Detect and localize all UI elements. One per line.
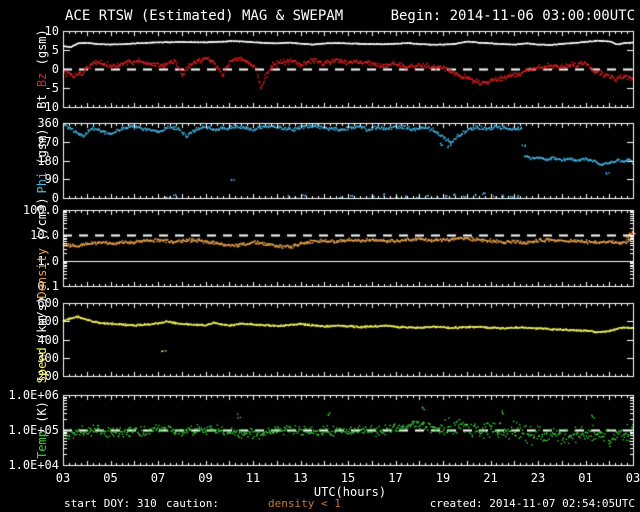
y-tick-label-bt-bz: 5 bbox=[51, 43, 59, 57]
x-tick-label: 01 bbox=[578, 471, 593, 485]
y-axis-label-speed: Speed (km/s) bbox=[35, 296, 49, 383]
y-axis-label-part: (/cm3) bbox=[35, 197, 49, 241]
y-axis-label-part: (gsm) bbox=[35, 29, 49, 66]
x-tick-label: 03 bbox=[625, 471, 640, 485]
y-tick-label-density: 100.0 bbox=[22, 203, 59, 217]
begin-timestamp: Begin: 2014-11-06 03:00:00UTC bbox=[390, 8, 635, 24]
y-axis-label-part: Density bbox=[35, 248, 49, 299]
y-tick-label-speed: 200 bbox=[37, 369, 59, 383]
y-axis-label-temp: Temp (K) bbox=[35, 401, 49, 459]
y-tick-label-bt-bz: 10 bbox=[44, 24, 59, 38]
plot-canvas bbox=[0, 0, 640, 512]
x-tick-label: 15 bbox=[340, 471, 356, 485]
page-title: ACE RTSW (Estimated) MAG & SWEPAM bbox=[65, 8, 344, 24]
y-axis-label-part: Speed bbox=[35, 346, 49, 383]
y-tick-label-bt-bz: 0 bbox=[51, 62, 59, 76]
y-tick-label-bt-bz: -5 bbox=[44, 81, 59, 95]
y-tick-label-phi: 360 bbox=[37, 116, 59, 130]
y-tick-label-speed: 500 bbox=[37, 314, 59, 329]
y-tick-label-speed: 600 bbox=[37, 296, 59, 310]
caution-label: caution: bbox=[166, 497, 219, 510]
y-axis-label-part: (km/s) bbox=[35, 296, 49, 340]
y-axis-label-part: Bz bbox=[35, 72, 49, 88]
y-axis-label-part: (K) bbox=[35, 401, 49, 423]
x-tick-label: 07 bbox=[150, 471, 166, 485]
y-tick-label-bt-bz: -10 bbox=[37, 100, 59, 114]
y-axis-label-part: Phi bbox=[35, 171, 49, 194]
y-axis-label-part: (gsm) bbox=[35, 127, 49, 165]
x-tick-label: 21 bbox=[483, 471, 498, 485]
x-tick-label: 05 bbox=[103, 471, 118, 485]
x-tick-label: 09 bbox=[198, 471, 213, 485]
y-axis-label-part: Temp bbox=[35, 430, 49, 459]
y-axis-label-phi: Phi (gsm) bbox=[35, 128, 49, 193]
x-tick-label: 11 bbox=[245, 471, 261, 485]
y-tick-label-density: 1.0 bbox=[37, 253, 59, 268]
x-tick-label: 13 bbox=[293, 471, 308, 485]
y-axis-label-part: Bt bbox=[35, 94, 49, 109]
y-tick-label-density: 0.1 bbox=[37, 279, 59, 293]
y-tick-label-temp: 1.0E+06 bbox=[8, 388, 59, 402]
y-axis-label-bt-bz: Bt Bz (gsm) bbox=[35, 29, 49, 109]
y-tick-label-phi: 90 bbox=[44, 172, 59, 187]
x-tick-label: 19 bbox=[435, 471, 451, 485]
y-tick-label-phi: 180 bbox=[37, 153, 59, 168]
y-tick-label-speed: 400 bbox=[37, 332, 59, 347]
y-tick-label-speed: 300 bbox=[37, 350, 59, 365]
caution-value: density < 1 bbox=[268, 497, 341, 510]
start-doy-label: start DOY: 310 bbox=[64, 497, 157, 510]
created-timestamp: created: 2014-11-07 02:54:05UTC bbox=[429, 497, 635, 510]
x-tick-label: 17 bbox=[388, 471, 403, 485]
ace-rtsw-plot-window: ACE RTSW (Estimated) MAG & SWEPAM Begin:… bbox=[0, 0, 640, 512]
x-tick-label: 03 bbox=[55, 471, 71, 485]
y-tick-label-temp: 1.0E+05 bbox=[8, 423, 59, 437]
y-tick-label-phi: 270 bbox=[37, 134, 59, 149]
y-tick-label-density: 10.0 bbox=[30, 228, 59, 243]
y-axis-label-density: Density (/cm3) bbox=[35, 197, 49, 298]
x-tick-label: 23 bbox=[530, 471, 546, 485]
y-tick-label-temp: 1.0E+04 bbox=[8, 458, 59, 472]
